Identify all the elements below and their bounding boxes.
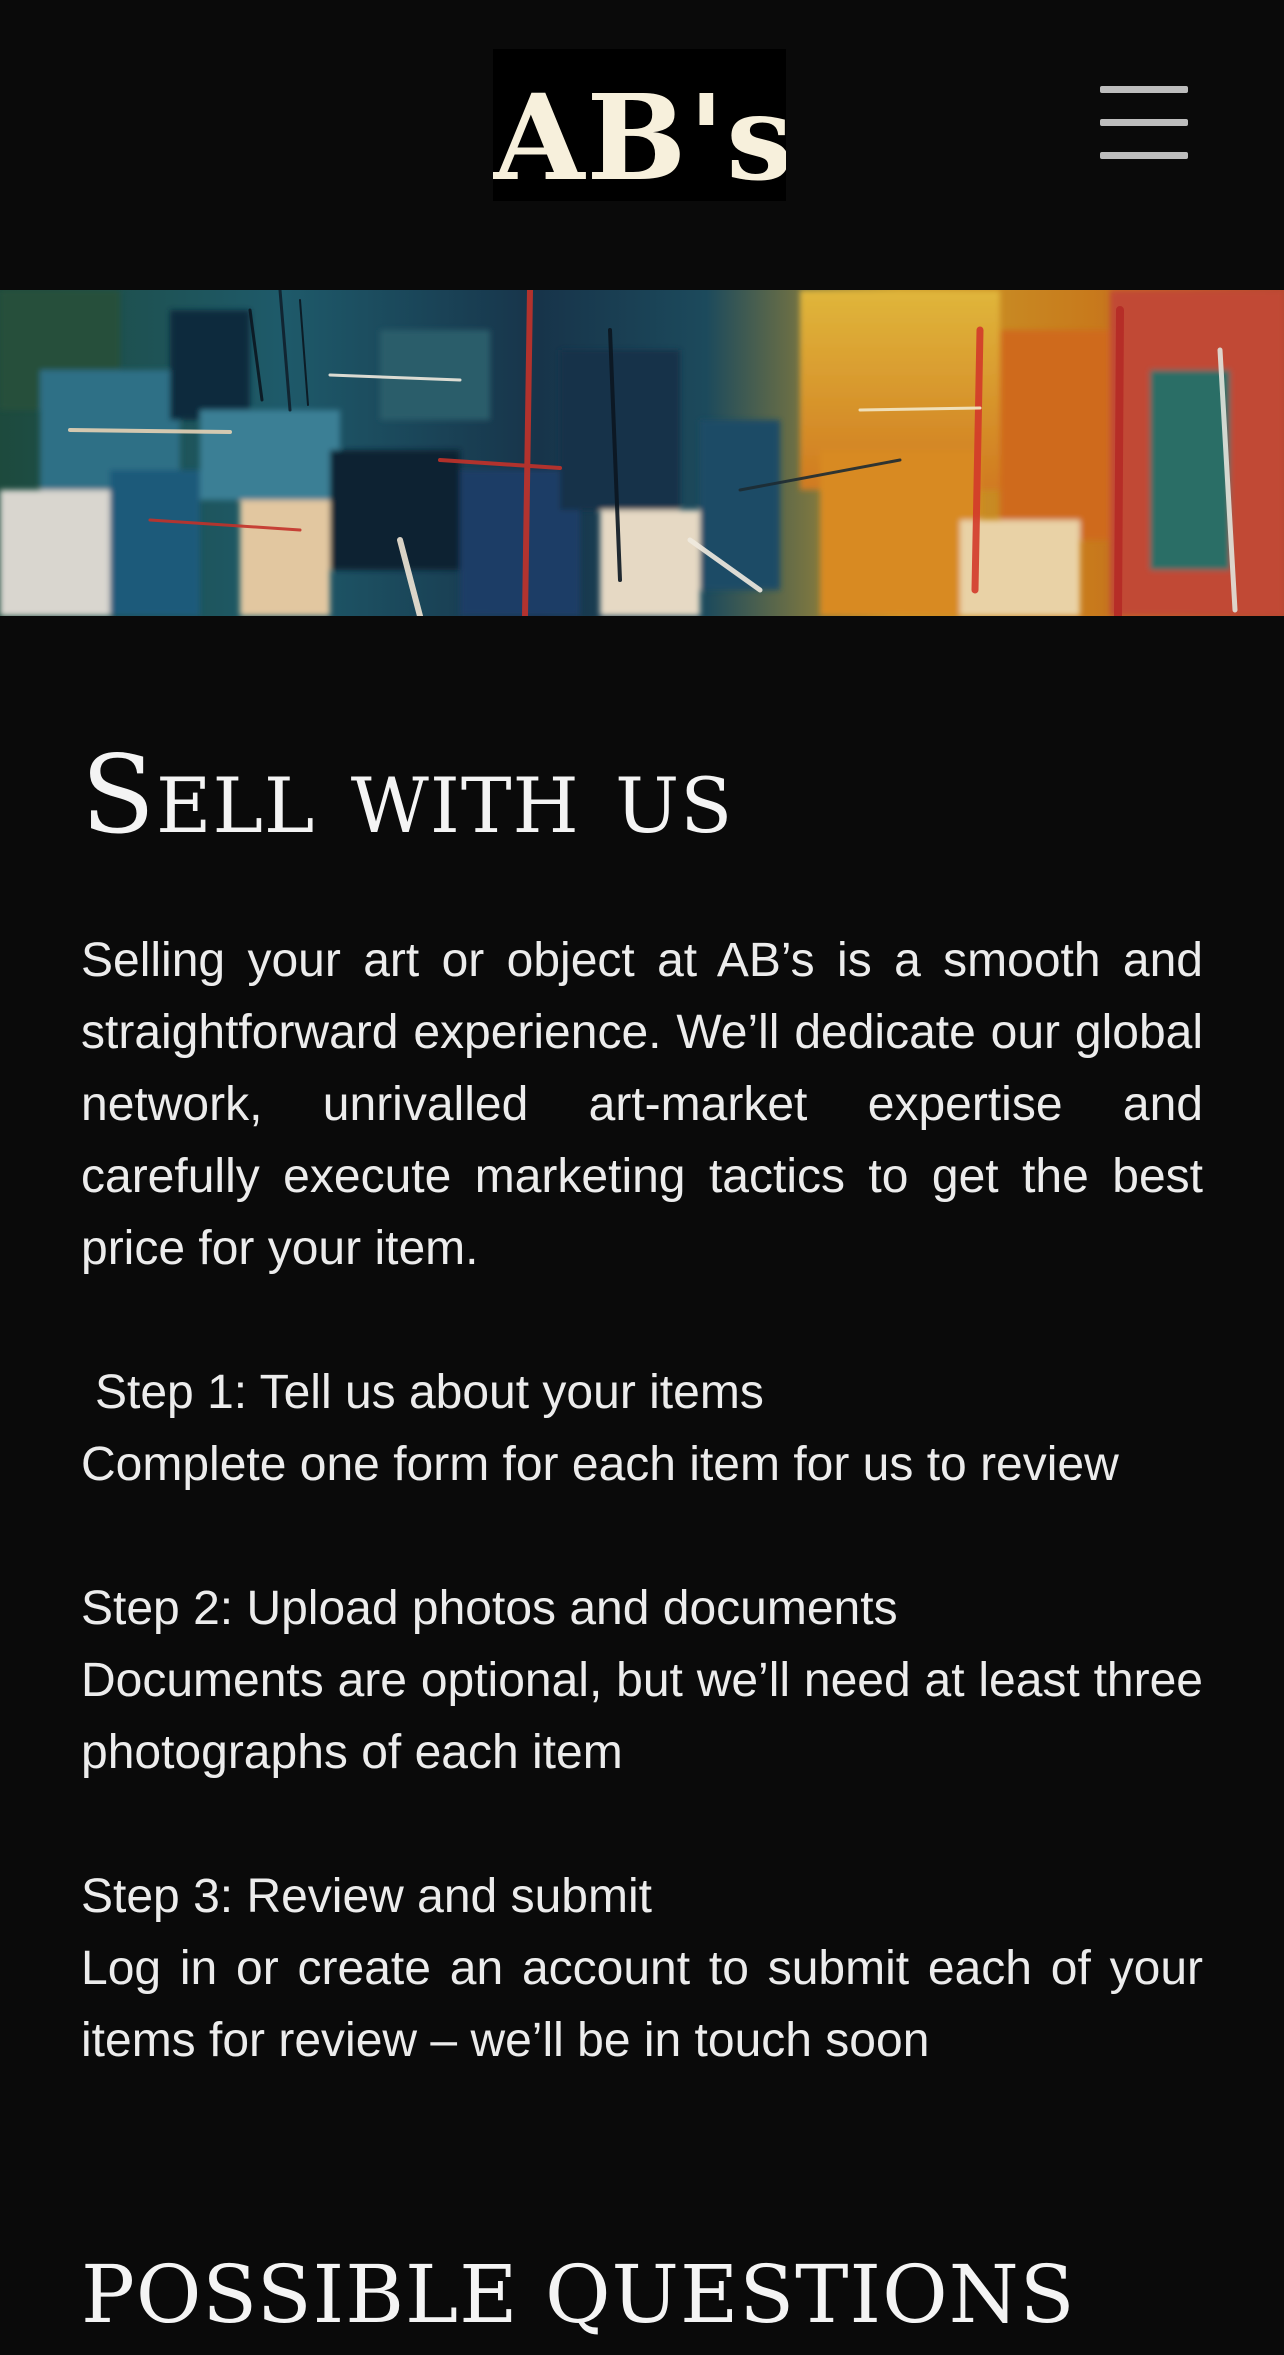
- step-heading: Step 2: Upload photos and documents: [81, 1582, 898, 1635]
- step-heading: Step 3: Review and submit: [81, 1870, 652, 1923]
- hamburger-menu-icon-bar: [1100, 152, 1188, 159]
- step-1: Step 1: Tell us about your items Complet…: [81, 1357, 1203, 1501]
- site-header: AB's: [0, 0, 1284, 290]
- step-description: Documents are optional, but we’ll need a…: [81, 1654, 1203, 1779]
- step-description: Log in or create an account to submit ea…: [81, 1942, 1203, 2067]
- hamburger-menu-icon-bar: [1100, 119, 1188, 126]
- step-heading: Step 1: Tell us about your items: [95, 1366, 764, 1419]
- page-title: Sell with us: [81, 733, 734, 858]
- step-description: Complete one form for each item for us t…: [81, 1438, 1119, 1491]
- main-content: Sell with us Selling your art or object …: [81, 736, 1203, 2077]
- banner-image: [0, 290, 1284, 616]
- step-3: Step 3: Review and submit Log in or crea…: [81, 1861, 1203, 2077]
- questions-title: POSSIBLE QUESTIONS: [81, 2248, 1076, 2341]
- menu-button[interactable]: [1092, 80, 1196, 172]
- hamburger-menu-icon: [1100, 86, 1188, 93]
- logo-text: AB's: [493, 68, 786, 201]
- step-2: Step 2: Upload photos and documents Docu…: [81, 1573, 1203, 1789]
- intro-paragraph: Selling your art or object at AB’s is a …: [81, 934, 1203, 1275]
- abstract-painting-image: [0, 290, 1284, 616]
- site-logo[interactable]: AB's: [493, 49, 786, 201]
